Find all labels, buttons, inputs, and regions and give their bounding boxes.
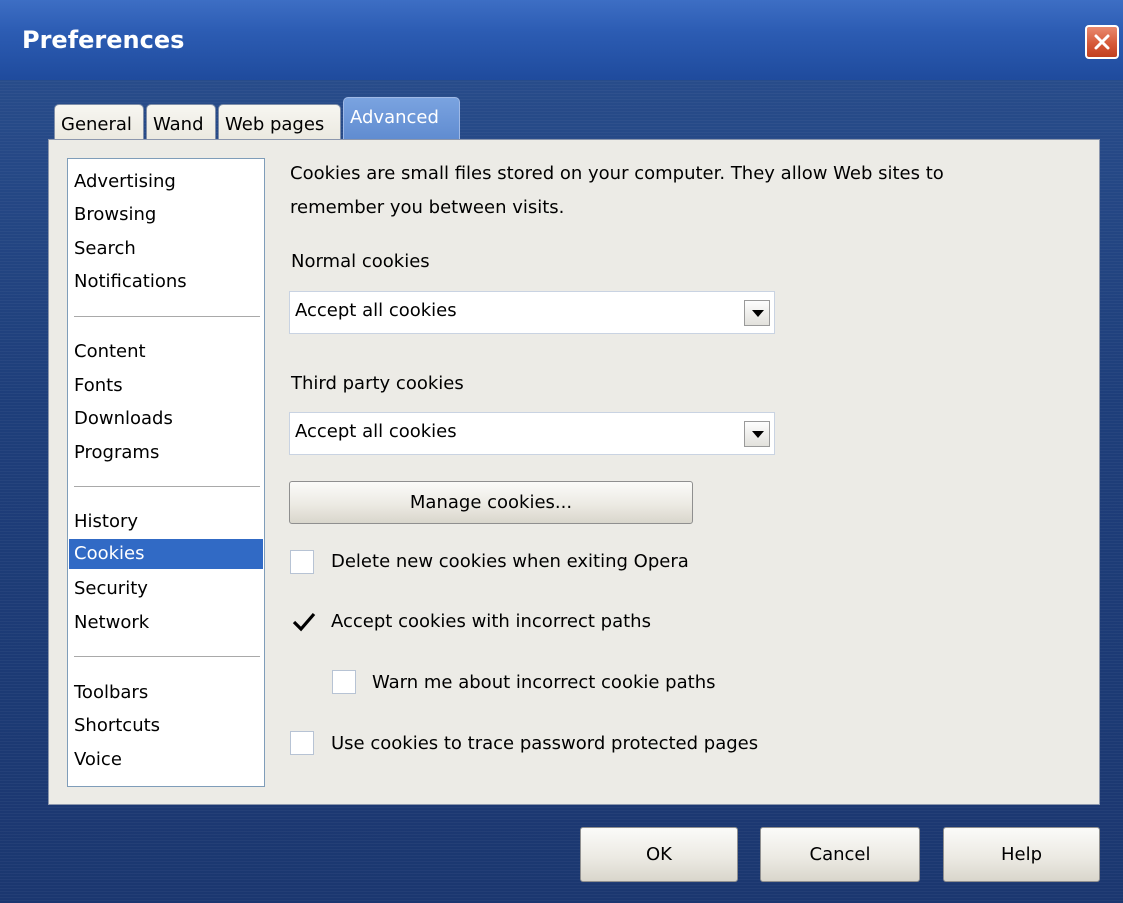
accept-incorrect-paths-checkbox[interactable]	[290, 608, 316, 632]
chevron-down-icon	[752, 431, 764, 438]
delete-cookies-label: Delete new cookies when exiting Opera	[331, 551, 689, 572]
tab-general[interactable]: General	[54, 104, 144, 140]
sidebar-item-toolbars[interactable]: Toolbars	[69, 679, 263, 706]
title-bar: Preferences	[0, 0, 1123, 80]
delete-cookies-checkbox[interactable]	[290, 550, 314, 574]
cancel-button[interactable]: Cancel	[760, 827, 920, 882]
close-button[interactable]	[1085, 25, 1119, 59]
sidebar-item-history[interactable]: History	[69, 508, 263, 535]
sidebar-item-notifications[interactable]: Notifications	[69, 268, 263, 295]
normal-cookies-select[interactable]: Accept all cookies	[289, 291, 775, 334]
warn-incorrect-paths-checkbox[interactable]	[332, 670, 356, 694]
third-party-cookies-value: Accept all cookies	[295, 421, 457, 442]
tab-advanced[interactable]: Advanced	[343, 97, 460, 141]
sidebar-item-programs[interactable]: Programs	[69, 439, 263, 466]
sidebar-item-browsing[interactable]: Browsing	[69, 201, 263, 228]
sidebar-divider	[74, 486, 260, 487]
dropdown-button[interactable]	[744, 300, 770, 326]
chevron-down-icon	[752, 310, 764, 317]
sidebar-item-voice[interactable]: Voice	[69, 746, 263, 773]
sidebar-item-advertising[interactable]: Advertising	[69, 168, 263, 195]
help-button[interactable]: Help	[943, 827, 1100, 882]
checkmark-icon	[292, 612, 316, 632]
normal-cookies-value: Accept all cookies	[295, 300, 457, 321]
sidebar-divider	[74, 656, 260, 657]
window-title: Preferences	[22, 26, 185, 54]
third-party-cookies-select[interactable]: Accept all cookies	[289, 412, 775, 455]
close-icon	[1094, 34, 1110, 50]
trace-password-pages-label: Use cookies to trace password protected …	[331, 733, 759, 754]
cookies-description-line1: Cookies are small files stored on your c…	[290, 163, 944, 184]
advanced-sidebar: Advertising Browsing Search Notification…	[67, 158, 265, 787]
cookies-description-line2: remember you between visits.	[290, 197, 565, 218]
sidebar-item-cookies[interactable]: Cookies	[69, 539, 263, 569]
sidebar-item-network[interactable]: Network	[69, 609, 263, 636]
sidebar-item-downloads[interactable]: Downloads	[69, 405, 263, 432]
third-party-cookies-label: Third party cookies	[291, 373, 464, 394]
preferences-window: Preferences General Wand Web pages Advan…	[0, 0, 1123, 903]
trace-password-pages-checkbox[interactable]	[290, 731, 314, 755]
sidebar-item-fonts[interactable]: Fonts	[69, 372, 263, 399]
sidebar-item-content[interactable]: Content	[69, 338, 263, 365]
warn-incorrect-paths-label: Warn me about incorrect cookie paths	[372, 672, 716, 693]
manage-cookies-button[interactable]: Manage cookies...	[289, 481, 693, 524]
dropdown-button[interactable]	[744, 421, 770, 447]
accept-incorrect-paths-label: Accept cookies with incorrect paths	[331, 611, 651, 632]
normal-cookies-label: Normal cookies	[291, 251, 430, 272]
sidebar-divider	[74, 316, 260, 317]
sidebar-item-shortcuts[interactable]: Shortcuts	[69, 712, 263, 739]
tab-wand[interactable]: Wand	[146, 104, 216, 140]
tab-web-pages[interactable]: Web pages	[218, 104, 341, 140]
ok-button[interactable]: OK	[580, 827, 738, 882]
sidebar-item-security[interactable]: Security	[69, 575, 263, 602]
sidebar-item-search[interactable]: Search	[69, 235, 263, 262]
